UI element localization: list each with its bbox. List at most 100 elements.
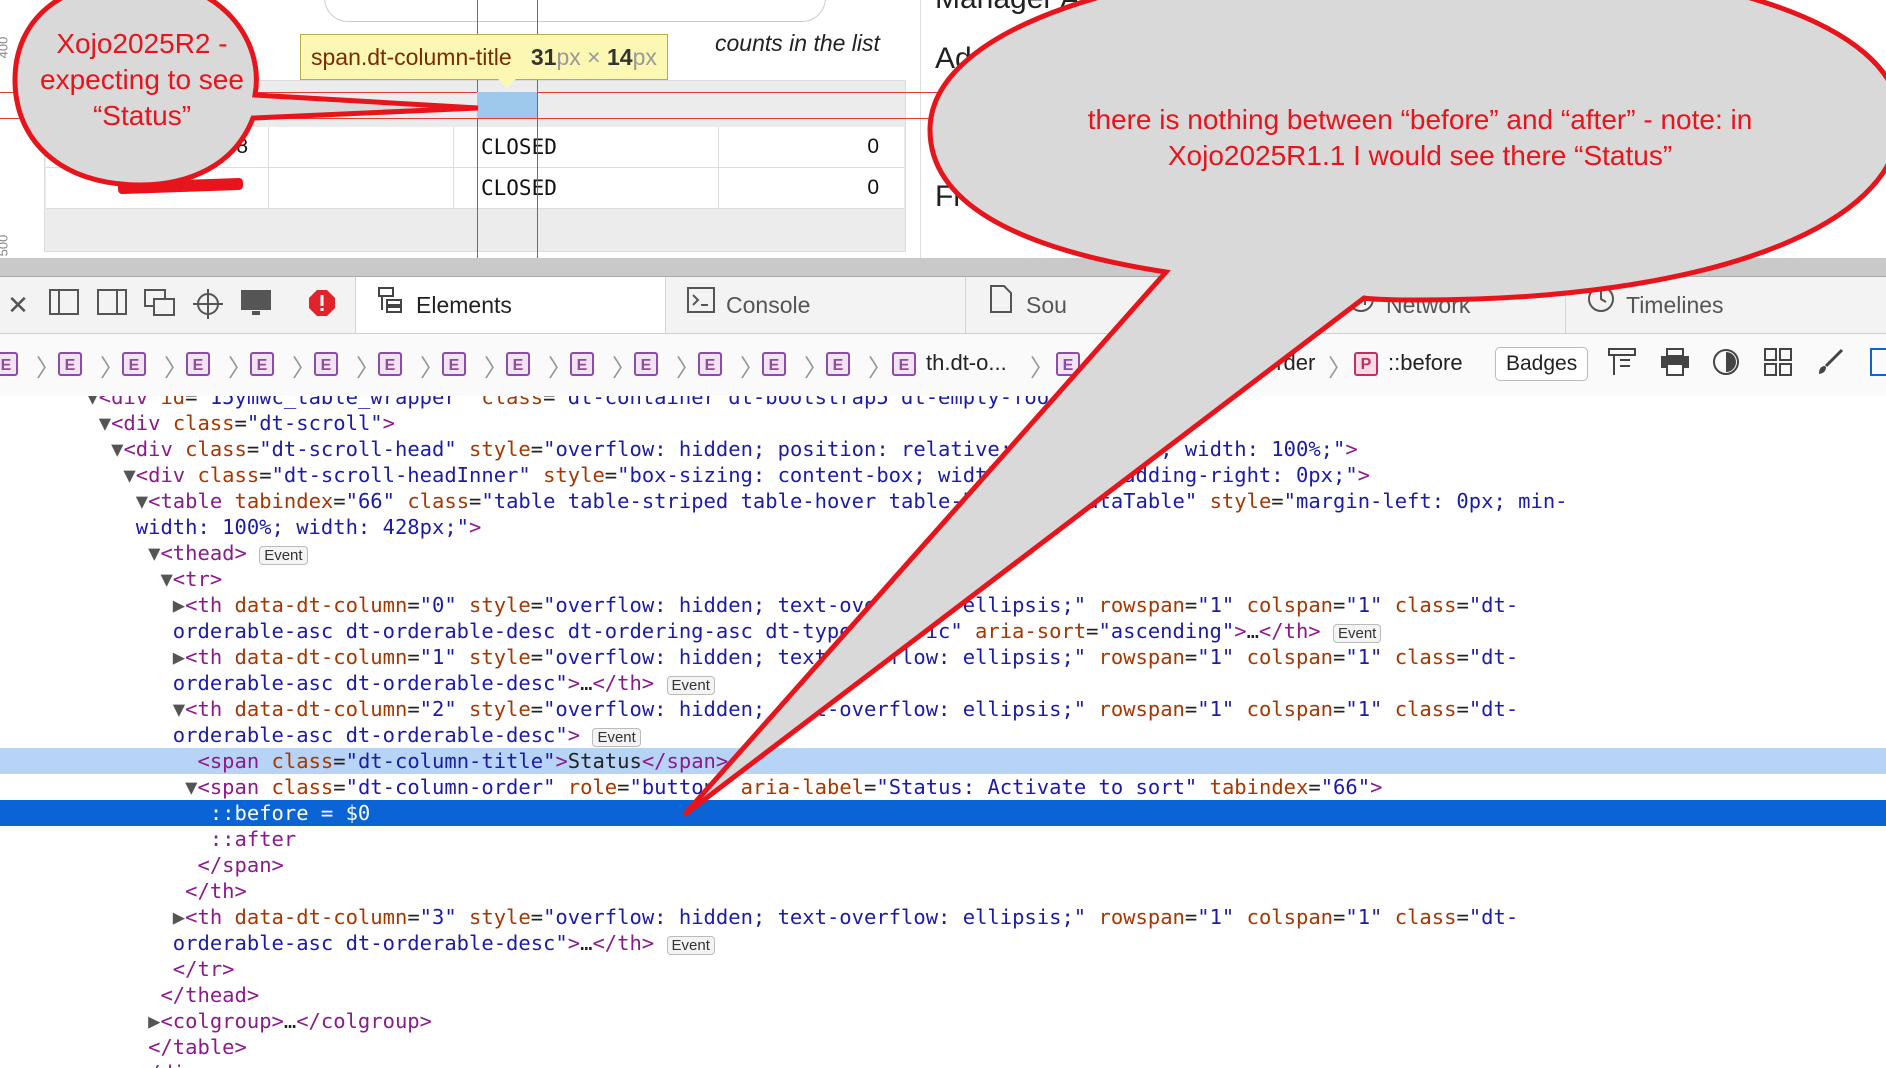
breadcrumb-element[interactable]: E bbox=[442, 352, 466, 376]
error-icon[interactable] bbox=[306, 289, 338, 321]
network-icon bbox=[1346, 277, 1376, 333]
dom-node-line[interactable]: ▼<table tabindex="66" class="table table… bbox=[0, 488, 1886, 514]
chevron-right-icon: 〉 bbox=[676, 355, 700, 382]
sidebar-toggle-icon[interactable] bbox=[1870, 348, 1886, 383]
dom-node-line[interactable]: ▼<div class="dt-scroll-headInner" style=… bbox=[0, 462, 1886, 488]
breadcrumb-element[interactable]: E bbox=[506, 352, 530, 376]
dom-tree[interactable]: ▼<div id="15ymwc_table_wrapper" class="d… bbox=[0, 396, 1886, 1068]
chevron-right-icon: 〉 bbox=[420, 355, 444, 382]
breadcrumb-element[interactable]: E bbox=[570, 352, 594, 376]
breadcrumb-element[interactable]: E bbox=[58, 352, 82, 376]
inspector-guide-line bbox=[0, 92, 1886, 93]
crosshair-icon[interactable] bbox=[192, 289, 224, 321]
breadcrumb-element[interactable]: E bbox=[250, 352, 274, 376]
layout-grid-icon[interactable] bbox=[1608, 348, 1636, 383]
dock-left-icon[interactable] bbox=[48, 289, 80, 321]
chevron-right-icon: 〉 bbox=[548, 355, 572, 382]
dom-node-line[interactable]: ▼<div class="dt-scroll-head" style="over… bbox=[0, 436, 1886, 462]
close-icon[interactable]: ✕ bbox=[2, 289, 34, 321]
right-callout-text: there is nothing between “before” and “a… bbox=[1087, 104, 1753, 171]
dom-node-line[interactable]: ▼<thead> Event bbox=[0, 540, 1886, 566]
breadcrumb-order-label[interactable]: order bbox=[1264, 350, 1315, 376]
status-cell: CLOSED bbox=[454, 168, 719, 208]
breadcrumb-th-label[interactable]: th.dt-o... bbox=[926, 350, 1007, 376]
tab-timelines[interactable]: Timelines bbox=[1565, 277, 1886, 333]
breadcrumb-element[interactable]: E bbox=[634, 352, 658, 376]
dom-node-line[interactable]: orderable-asc dt-orderable-desc">…</th> … bbox=[0, 670, 1886, 696]
inspector-tooltip: span.dt-column-title 31px × 14px bbox=[300, 34, 668, 80]
chevron-right-icon: 〉 bbox=[164, 355, 188, 382]
chevron-right-icon: 〉 bbox=[100, 355, 124, 382]
breadcrumb-element[interactable]: E bbox=[122, 352, 146, 376]
search-input[interactable] bbox=[324, 0, 826, 22]
dom-node-line[interactable]: ▼<tr> bbox=[0, 566, 1886, 592]
dom-node-line[interactable]: ▼<span class="dt-column-order" role="but… bbox=[0, 774, 1886, 800]
dom-node-line[interactable]: </th> bbox=[0, 878, 1886, 904]
dom-node-line[interactable]: ::after bbox=[0, 826, 1886, 852]
print-icon[interactable] bbox=[1660, 348, 1690, 383]
dom-node-line[interactable]: ▼<th data-dt-column="2" style="overflow:… bbox=[0, 696, 1886, 722]
dom-node-line[interactable]: ▶<colgroup>…</colgroup> bbox=[0, 1008, 1886, 1034]
breadcrumb-element[interactable]: E bbox=[892, 352, 916, 376]
dom-node-line[interactable]: width: 100%; width: 428px;"> bbox=[0, 514, 1886, 540]
tab-network[interactable]: Network bbox=[1325, 277, 1565, 333]
chevron-right-icon: 〉 bbox=[36, 355, 60, 382]
dom-node-line[interactable]: orderable-asc dt-orderable-desc dt-order… bbox=[0, 618, 1886, 644]
tab-label: Timelines bbox=[1626, 292, 1724, 318]
tab-label: Network bbox=[1386, 292, 1471, 318]
tab-console[interactable]: Console bbox=[665, 277, 965, 333]
chevron-right-icon: 〉 bbox=[356, 355, 380, 382]
breadcrumb-element[interactable]: E bbox=[186, 352, 210, 376]
dom-node-line-highlighted[interactable]: <span class="dt-column-title">Status</sp… bbox=[0, 748, 1886, 774]
breadcrumb-element[interactable]: E bbox=[314, 352, 338, 376]
chevron-right-icon: 〉 bbox=[228, 355, 252, 382]
breadcrumb-element[interactable]: E bbox=[762, 352, 786, 376]
breadcrumb-element[interactable]: E bbox=[826, 352, 850, 376]
dom-node-line[interactable]: orderable-asc dt-orderable-desc"> Event bbox=[0, 722, 1886, 748]
dom-node-line[interactable]: ▶<th data-dt-column="0" style="overflow:… bbox=[0, 592, 1886, 618]
dom-node-line[interactable]: ▼<div class="dt-scroll"> bbox=[0, 410, 1886, 436]
badges-button[interactable]: Badges bbox=[1495, 347, 1589, 381]
timelines-icon bbox=[1586, 277, 1616, 333]
empty-cell bbox=[269, 168, 454, 208]
dom-node-line[interactable]: orderable-asc dt-orderable-desc">…</th> … bbox=[0, 930, 1886, 956]
breadcrumb-element[interactable]: E bbox=[1056, 352, 1080, 376]
dom-node-line[interactable]: ▶<th data-dt-column="1" style="overflow:… bbox=[0, 644, 1886, 670]
dom-node-line[interactable]: </table> bbox=[0, 1034, 1886, 1060]
breadcrumb-element[interactable]: E bbox=[378, 352, 402, 376]
device-icon[interactable] bbox=[240, 289, 272, 321]
dom-node-line[interactable]: ▶<th data-dt-column="3" style="overflow:… bbox=[0, 904, 1886, 930]
paintbrush-icon[interactable] bbox=[1816, 348, 1844, 383]
count-cell: 0 bbox=[867, 176, 879, 199]
right-panel-heading: Manager Acco bbox=[935, 0, 1127, 16]
counts-caption: counts in the list bbox=[715, 30, 880, 56]
appearance-icon[interactable] bbox=[1712, 348, 1740, 383]
devtools-tab-bar: ✕ Elements Console Sou Network Timelines bbox=[0, 277, 1886, 334]
grid-icon[interactable] bbox=[1764, 348, 1792, 383]
tab-sources[interactable]: Sou bbox=[965, 277, 1265, 333]
dom-node-line[interactable]: </div> bbox=[0, 1060, 1886, 1068]
right-panel-label-add: Add bbox=[935, 42, 989, 75]
chevron-right-icon: 〉 bbox=[804, 355, 828, 382]
tooltip-tag: span bbox=[311, 44, 361, 70]
elements-icon bbox=[376, 277, 406, 333]
count-cell: 0 bbox=[867, 135, 879, 158]
horizontal-scrollbar[interactable] bbox=[0, 258, 1886, 277]
dock-right-icon[interactable] bbox=[96, 289, 128, 321]
dom-node-line[interactable]: </thead> bbox=[0, 982, 1886, 1008]
dom-node-line[interactable]: </span> bbox=[0, 852, 1886, 878]
breadcrumb-element[interactable]: E bbox=[698, 352, 722, 376]
dom-node-line-selected[interactable]: ::before = $0 bbox=[0, 800, 1886, 826]
dom-node-line[interactable]: ▼<div id="15ymwc_table_wrapper" class="d… bbox=[0, 396, 1886, 410]
tab-elements[interactable]: Elements bbox=[355, 277, 665, 333]
tab-label: Elements bbox=[416, 292, 512, 318]
right-panel-label-fi: Fi bbox=[935, 180, 960, 213]
breadcrumb-element[interactable]: E bbox=[0, 352, 18, 376]
breadcrumb-before-label[interactable]: ::before bbox=[1388, 350, 1463, 376]
dom-node-line[interactable]: </tr> bbox=[0, 956, 1886, 982]
sources-icon bbox=[986, 277, 1016, 333]
tooltip-height: 14 bbox=[606, 44, 633, 70]
chevron-right-icon: 〉 bbox=[1328, 355, 1352, 382]
breadcrumb-pseudo[interactable]: P bbox=[1354, 352, 1378, 376]
undock-icon[interactable] bbox=[144, 289, 176, 321]
